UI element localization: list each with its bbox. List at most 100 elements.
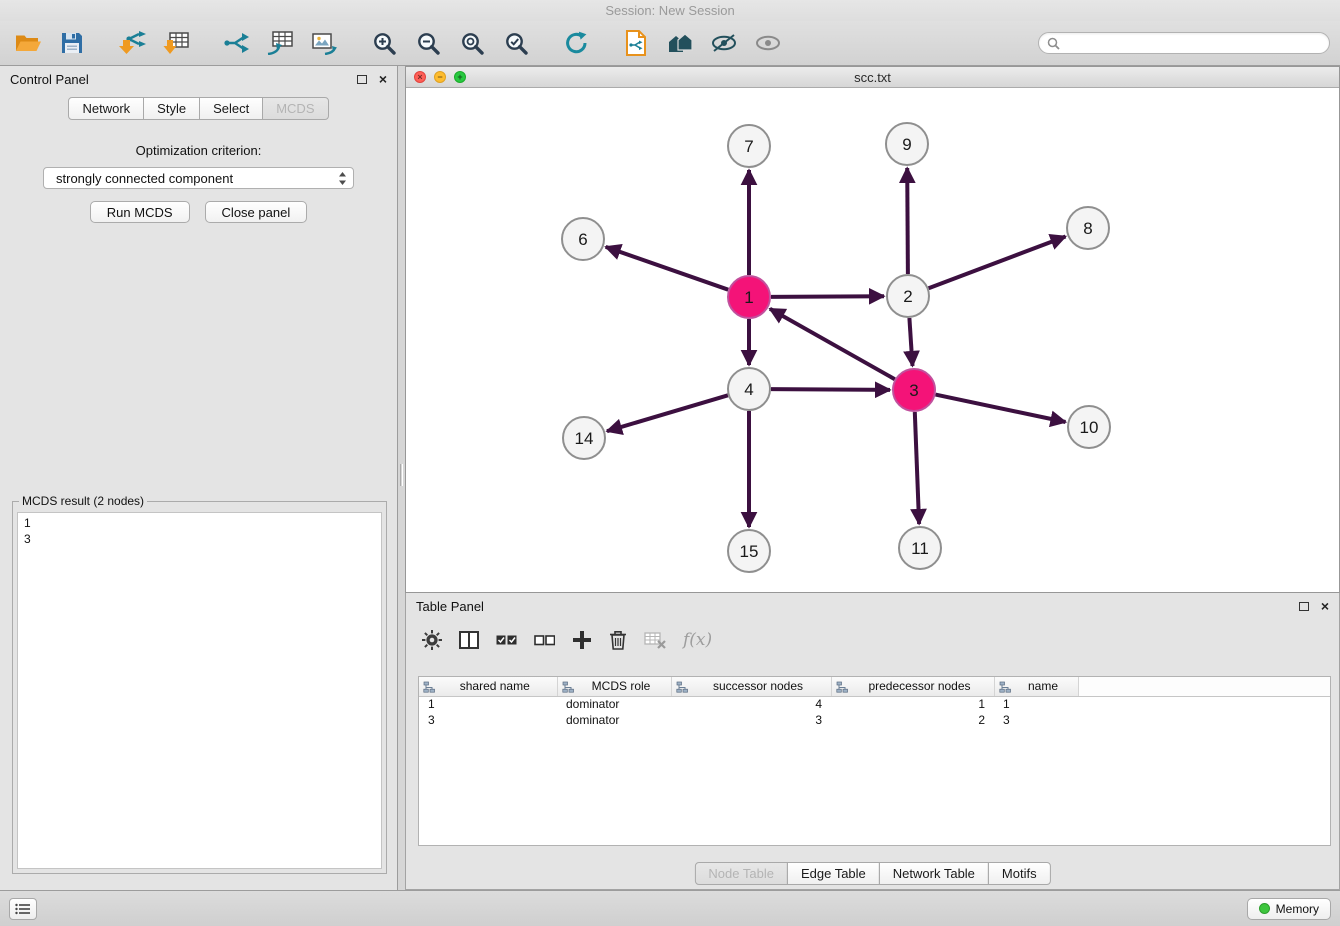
zoom-fit-button[interactable]: [454, 25, 490, 61]
select-all-button[interactable]: [496, 632, 517, 648]
table-cell[interactable]: 3: [671, 712, 831, 728]
show-column-button[interactable]: [459, 631, 479, 649]
graph-node-8[interactable]: 8: [1067, 207, 1109, 249]
deselect-all-button[interactable]: [534, 632, 555, 648]
new-network-button[interactable]: [218, 25, 254, 61]
export-document-button[interactable]: [618, 25, 654, 61]
table-cell[interactable]: 2: [831, 712, 994, 728]
tab-motifs[interactable]: Motifs: [988, 862, 1051, 885]
graphics-details-button[interactable]: [706, 25, 742, 61]
open-file-button[interactable]: [10, 25, 46, 61]
graph-node-1[interactable]: 1: [728, 276, 770, 318]
zoom-in-icon: [372, 31, 396, 55]
delete-table-button[interactable]: [644, 632, 666, 649]
delete-column-button[interactable]: [609, 630, 627, 650]
column-header-name[interactable]: name: [994, 677, 1078, 696]
tab-edge-table[interactable]: Edge Table: [787, 862, 880, 885]
table-row[interactable]: 1dominator411: [419, 696, 1330, 712]
control-panel-tabs: NetworkStyleSelectMCDS: [0, 97, 397, 120]
search-box[interactable]: [1038, 32, 1330, 54]
function-builder-button[interactable]: f(x): [683, 630, 712, 650]
close-panel-icon[interactable]: ×: [379, 73, 387, 85]
graph-edge-4-14[interactable]: [607, 395, 728, 431]
table-cell[interactable]: 3: [419, 712, 557, 728]
import-table-button[interactable]: [158, 25, 194, 61]
zoom-selected-button[interactable]: [498, 25, 534, 61]
table-cell[interactable]: 1: [994, 696, 1078, 712]
table-cell[interactable]: 4: [671, 696, 831, 712]
show-details-button[interactable]: [750, 25, 786, 61]
graph-edge-3-1[interactable]: [770, 309, 895, 379]
column-header-mcds-role[interactable]: MCDS role: [557, 677, 671, 696]
import-network-button[interactable]: [114, 25, 150, 61]
svg-text:14: 14: [575, 429, 594, 448]
network-canvas[interactable]: 7 9 6 8 1 2 4 3 10 14 15 11: [406, 88, 1339, 592]
table-cell[interactable]: 1: [831, 696, 994, 712]
add-column-button[interactable]: [572, 630, 592, 650]
column-header-successor-nodes[interactable]: successor nodes: [671, 677, 831, 696]
float-table-panel-icon[interactable]: [1299, 602, 1309, 611]
network-analyzer-button[interactable]: [662, 25, 698, 61]
graph-node-9[interactable]: 9: [886, 123, 928, 165]
close-table-panel-icon[interactable]: ×: [1321, 600, 1329, 612]
table-cell[interactable]: 3: [994, 712, 1078, 728]
graph-node-14[interactable]: 14: [563, 417, 605, 459]
graph-node-3[interactable]: 3: [893, 369, 935, 411]
zoom-out-icon: [416, 31, 440, 55]
graph-node-7[interactable]: 7: [728, 125, 770, 167]
tab-network[interactable]: Network: [68, 97, 144, 120]
new-network-icon: [223, 32, 250, 54]
zoom-in-button[interactable]: [366, 25, 402, 61]
tab-node-table[interactable]: Node Table: [694, 862, 788, 885]
column-header-shared-name[interactable]: shared name: [419, 677, 557, 696]
list-icon: [15, 903, 31, 915]
control-panel-header: Control Panel ×: [0, 66, 397, 92]
svg-text:11: 11: [911, 539, 929, 558]
table-cell[interactable]: 1: [419, 696, 557, 712]
tab-style[interactable]: Style: [143, 97, 200, 120]
deselect-all-icon: [534, 632, 555, 648]
graph-node-6[interactable]: 6: [562, 218, 604, 260]
zoom-out-button[interactable]: [410, 25, 446, 61]
status-list-button[interactable]: [9, 898, 37, 920]
table-cell[interactable]: dominator: [557, 696, 671, 712]
graph-node-10[interactable]: 10: [1068, 406, 1110, 448]
optimization-select[interactable]: strongly connected component: [43, 167, 354, 189]
graph-node-15[interactable]: 15: [728, 530, 770, 572]
result-item: 1: [24, 515, 375, 531]
graph-svg[interactable]: 7 9 6 8 1 2 4 3 10 14 15 11: [406, 88, 1339, 592]
gear-icon: [422, 630, 442, 650]
column-header-predecessor-nodes[interactable]: predecessor nodes: [831, 677, 994, 696]
export-image-button[interactable]: [306, 25, 342, 61]
settings-gear-button[interactable]: [422, 630, 442, 650]
memory-button[interactable]: Memory: [1247, 898, 1331, 920]
save-session-button[interactable]: [54, 25, 90, 61]
clone-network-button[interactable]: [262, 25, 298, 61]
graph-edge-2-9[interactable]: [907, 168, 908, 274]
graph-node-4[interactable]: 4: [728, 368, 770, 410]
graph-edge-4-3[interactable]: [771, 389, 890, 390]
tab-select[interactable]: Select: [199, 97, 263, 120]
memory-label: Memory: [1276, 902, 1319, 916]
search-input[interactable]: [1065, 36, 1321, 51]
graph-edge-2-8[interactable]: [929, 237, 1066, 289]
tab-network-table[interactable]: Network Table: [879, 862, 989, 885]
zoom-fit-icon: [460, 31, 484, 55]
graph-node-2[interactable]: 2: [887, 275, 929, 317]
close-panel-button[interactable]: Close panel: [205, 201, 308, 223]
table-row[interactable]: 3dominator323: [419, 712, 1330, 728]
graph-node-11[interactable]: 11: [899, 527, 941, 569]
graph-edge-3-11[interactable]: [915, 412, 919, 524]
tab-mcds[interactable]: MCDS: [262, 97, 328, 120]
graph-edge-2-3[interactable]: [909, 318, 912, 366]
graph-edge-1-6[interactable]: [606, 247, 729, 290]
refresh-button[interactable]: [558, 25, 594, 61]
graph-edge-1-2[interactable]: [771, 296, 884, 297]
mcds-result-list[interactable]: 13: [17, 512, 382, 869]
graph-edge-3-10[interactable]: [936, 395, 1066, 422]
run-mcds-button[interactable]: Run MCDS: [90, 201, 190, 223]
table-cell[interactable]: dominator: [557, 712, 671, 728]
float-panel-icon[interactable]: [357, 75, 367, 84]
mcds-result-box: MCDS result (2 nodes) 13: [12, 494, 387, 874]
refresh-icon: [564, 31, 589, 55]
